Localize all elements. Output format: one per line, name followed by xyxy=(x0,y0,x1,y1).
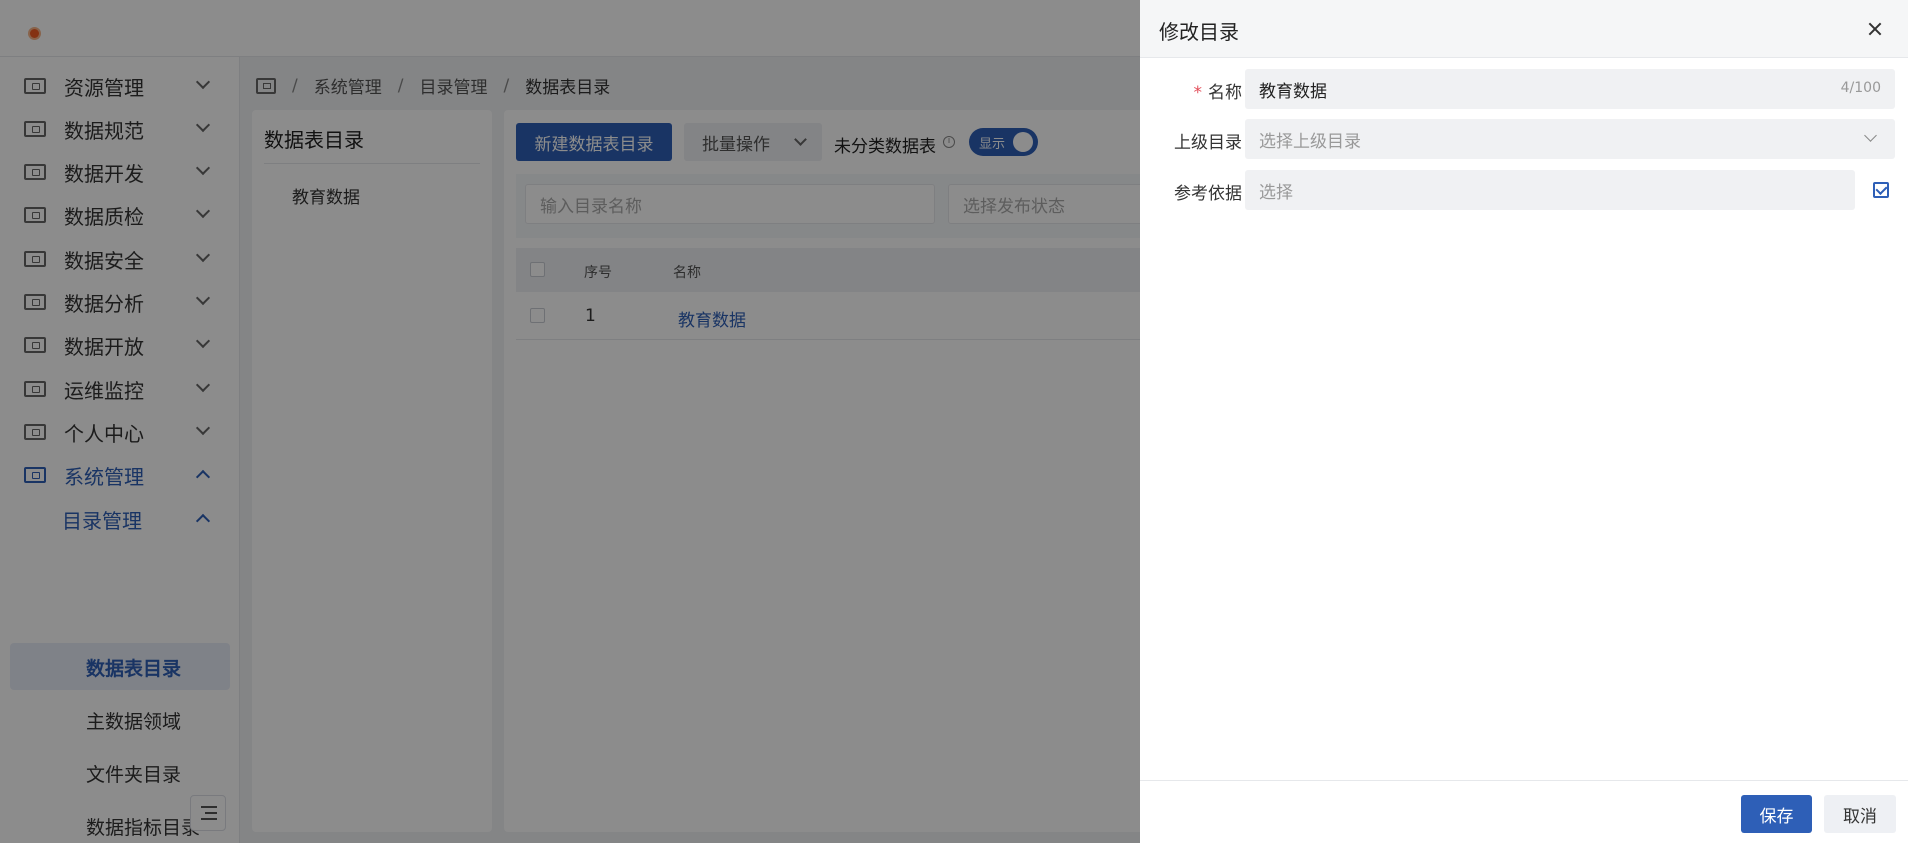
save-button[interactable]: 保存 xyxy=(1741,795,1812,833)
chevron-down-icon xyxy=(1864,129,1877,142)
name-label: * 名称 xyxy=(1194,78,1243,103)
parent-catalog-placeholder: 选择上级目录 xyxy=(1259,131,1361,152)
form-row-parent: 上级目录 选择上级目录 xyxy=(1140,119,1908,159)
parent-catalog-label: 上级目录 xyxy=(1174,133,1242,153)
reference-placeholder: 选择 xyxy=(1259,182,1293,203)
checkbox-icon[interactable] xyxy=(1873,182,1889,198)
edit-catalog-drawer: 修改目录 * 名称 教育数据 4/100 上级目录 选择上级目录 参考依据 选择 … xyxy=(1140,0,1908,843)
drawer-header: 修改目录 xyxy=(1140,0,1908,58)
drawer-footer: 保存 取消 xyxy=(1140,780,1908,843)
reference-select[interactable]: 选择 xyxy=(1245,170,1855,210)
name-label-text: 名称 xyxy=(1208,83,1242,103)
character-counter: 4/100 xyxy=(1840,80,1881,96)
reference-label: 参考依据 xyxy=(1174,184,1242,204)
drawer-title: 修改目录 xyxy=(1159,20,1239,44)
name-input-value: 教育数据 xyxy=(1259,81,1327,102)
cancel-button[interactable]: 取消 xyxy=(1824,795,1896,833)
close-icon[interactable] xyxy=(1866,20,1884,38)
parent-catalog-select[interactable]: 选择上级目录 xyxy=(1245,119,1895,159)
form-row-reference: 参考依据 选择 xyxy=(1140,170,1908,210)
name-input[interactable]: 教育数据 4/100 xyxy=(1245,69,1895,109)
required-mark: * xyxy=(1193,83,1203,103)
form-row-name: * 名称 教育数据 4/100 xyxy=(1140,69,1908,109)
